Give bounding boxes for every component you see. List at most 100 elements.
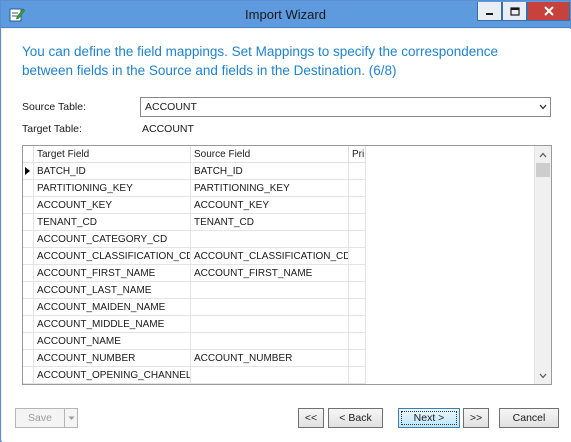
close-button[interactable] [527, 2, 570, 21]
row-header[interactable] [23, 316, 34, 333]
row-header[interactable] [23, 163, 34, 180]
import-wizard-window: Import Wizard You can define the field m… [0, 0, 571, 442]
pri-cell[interactable] [349, 214, 366, 231]
target-field-cell: ACCOUNT_NUMBER [34, 350, 191, 367]
maximize-button[interactable] [502, 2, 527, 21]
target-field-cell: ACCOUNT_MAIDEN_NAME [34, 299, 191, 316]
table-row[interactable]: TENANT_CD TENANT_CD [23, 214, 366, 231]
pri-cell[interactable] [349, 180, 366, 197]
row-header[interactable] [23, 333, 34, 350]
minimize-icon [486, 12, 493, 15]
chevron-down-icon [68, 416, 74, 420]
current-row-arrow-icon [25, 167, 30, 175]
pri-cell[interactable] [349, 350, 366, 367]
chevron-down-icon [539, 373, 547, 378]
target-field-cell: ACCOUNT_CATEGORY_CD [34, 231, 191, 248]
maximize-icon [509, 6, 520, 16]
pri-cell[interactable] [349, 282, 366, 299]
target-field-cell: TENANT_CD [34, 214, 191, 231]
first-step-button[interactable]: << [298, 408, 324, 428]
table-row[interactable]: ACCOUNT_MAIDEN_NAME [23, 299, 366, 316]
pri-cell[interactable] [349, 265, 366, 282]
table-row[interactable]: ACCOUNT_MIDDLE_NAME [23, 316, 366, 333]
source-field-cell[interactable]: PARTITIONING_KEY [191, 180, 349, 197]
target-field-cell: ACCOUNT_KEY [34, 197, 191, 214]
source-field-cell[interactable]: ACCOUNT_FIRST_NAME [191, 265, 349, 282]
source-table-label: Source Table: [22, 101, 87, 113]
minimize-button[interactable] [477, 2, 502, 21]
scroll-up-button[interactable] [535, 146, 551, 163]
target-field-cell: ACCOUNT_OPENING_CHANNEL_ [34, 367, 191, 384]
next-button[interactable]: Next > [398, 408, 460, 428]
target-field-cell: ACCOUNT_MIDDLE_NAME [34, 316, 191, 333]
row-header[interactable] [23, 299, 34, 316]
target-field-cell: ACCOUNT_NAME [34, 333, 191, 350]
target-table-label: Target Table: [22, 123, 82, 135]
grid-rows: BATCH_ID BATCH_ID PARTITIONING_KEY PARTITIO… [23, 163, 366, 384]
scroll-down-button[interactable] [535, 367, 551, 384]
column-header-target-field[interactable]: Target Field [34, 146, 191, 163]
table-row[interactable]: ACCOUNT_NAME [23, 333, 366, 350]
save-button[interactable]: Save [15, 408, 65, 428]
source-field-cell[interactable]: BATCH_ID [191, 163, 349, 180]
table-row[interactable]: ACCOUNT_NUMBER ACCOUNT_NUMBER [23, 350, 366, 367]
row-header[interactable] [23, 248, 34, 265]
row-header[interactable] [23, 214, 34, 231]
table-row[interactable]: ACCOUNT_OPENING_CHANNEL_ [23, 367, 366, 384]
row-header[interactable] [23, 180, 34, 197]
grid-header: Target Field Source Field Pri [23, 146, 535, 163]
target-field-cell: ACCOUNT_FIRST_NAME [34, 265, 191, 282]
table-row[interactable]: ACCOUNT_KEY ACCOUNT_KEY [23, 197, 366, 214]
source-field-cell[interactable] [191, 316, 349, 333]
pri-cell[interactable] [349, 197, 366, 214]
vertical-scrollbar[interactable] [534, 146, 551, 384]
scroll-thumb[interactable] [536, 163, 550, 177]
title-bar[interactable]: Import Wizard [1, 1, 570, 28]
back-button[interactable]: < Back [328, 408, 383, 428]
pri-cell[interactable] [349, 333, 366, 350]
column-header-pri[interactable]: Pri [349, 146, 366, 163]
table-row[interactable]: ACCOUNT_LAST_NAME [23, 282, 366, 299]
pri-cell[interactable] [349, 367, 366, 384]
source-field-cell[interactable] [191, 367, 349, 384]
pri-cell[interactable] [349, 163, 366, 180]
source-table-value: ACCOUNT [145, 101, 197, 113]
row-header[interactable] [23, 197, 34, 214]
target-field-cell: BATCH_ID [34, 163, 191, 180]
source-field-cell[interactable]: ACCOUNT_KEY [191, 197, 349, 214]
row-header[interactable] [23, 265, 34, 282]
chevron-down-icon [539, 104, 547, 110]
cancel-button[interactable]: Cancel [499, 408, 559, 428]
last-step-button[interactable]: >> [463, 408, 489, 428]
source-field-cell[interactable]: ACCOUNT_CLASSIFICATION_CD [191, 248, 349, 265]
source-field-cell[interactable] [191, 333, 349, 350]
pri-cell[interactable] [349, 299, 366, 316]
field-mapping-grid[interactable]: Target Field Source Field Pri BATCH_ID BA… [22, 145, 552, 385]
wizard-content: You can define the field mappings. Set M… [2, 29, 571, 442]
row-header-corner [23, 146, 34, 163]
table-row[interactable]: PARTITIONING_KEY PARTITIONING_KEY [23, 180, 366, 197]
pri-cell[interactable] [349, 316, 366, 333]
row-header[interactable] [23, 367, 34, 384]
table-row[interactable]: ACCOUNT_FIRST_NAME ACCOUNT_FIRST_NAME [23, 265, 366, 282]
step-heading: You can define the field mappings. Set M… [22, 44, 499, 78]
pri-cell[interactable] [349, 231, 366, 248]
target-field-cell: PARTITIONING_KEY [34, 180, 191, 197]
source-field-cell[interactable]: TENANT_CD [191, 214, 349, 231]
table-row[interactable]: ACCOUNT_CATEGORY_CD [23, 231, 366, 248]
row-header[interactable] [23, 231, 34, 248]
focus-rectangle [401, 411, 457, 425]
row-header[interactable] [23, 282, 34, 299]
source-table-select[interactable]: ACCOUNT [140, 97, 551, 117]
source-field-cell[interactable] [191, 299, 349, 316]
source-field-cell[interactable]: ACCOUNT_NUMBER [191, 350, 349, 367]
source-field-cell[interactable] [191, 231, 349, 248]
table-row[interactable]: BATCH_ID BATCH_ID [23, 163, 366, 180]
save-dropdown-button[interactable] [64, 408, 78, 428]
row-header[interactable] [23, 350, 34, 367]
column-header-source-field[interactable]: Source Field [191, 146, 349, 163]
close-icon [543, 6, 554, 16]
source-field-cell[interactable] [191, 282, 349, 299]
pri-cell[interactable] [349, 248, 366, 265]
table-row[interactable]: ACCOUNT_CLASSIFICATION_CD ACCOUNT_CLASSIF… [23, 248, 366, 265]
